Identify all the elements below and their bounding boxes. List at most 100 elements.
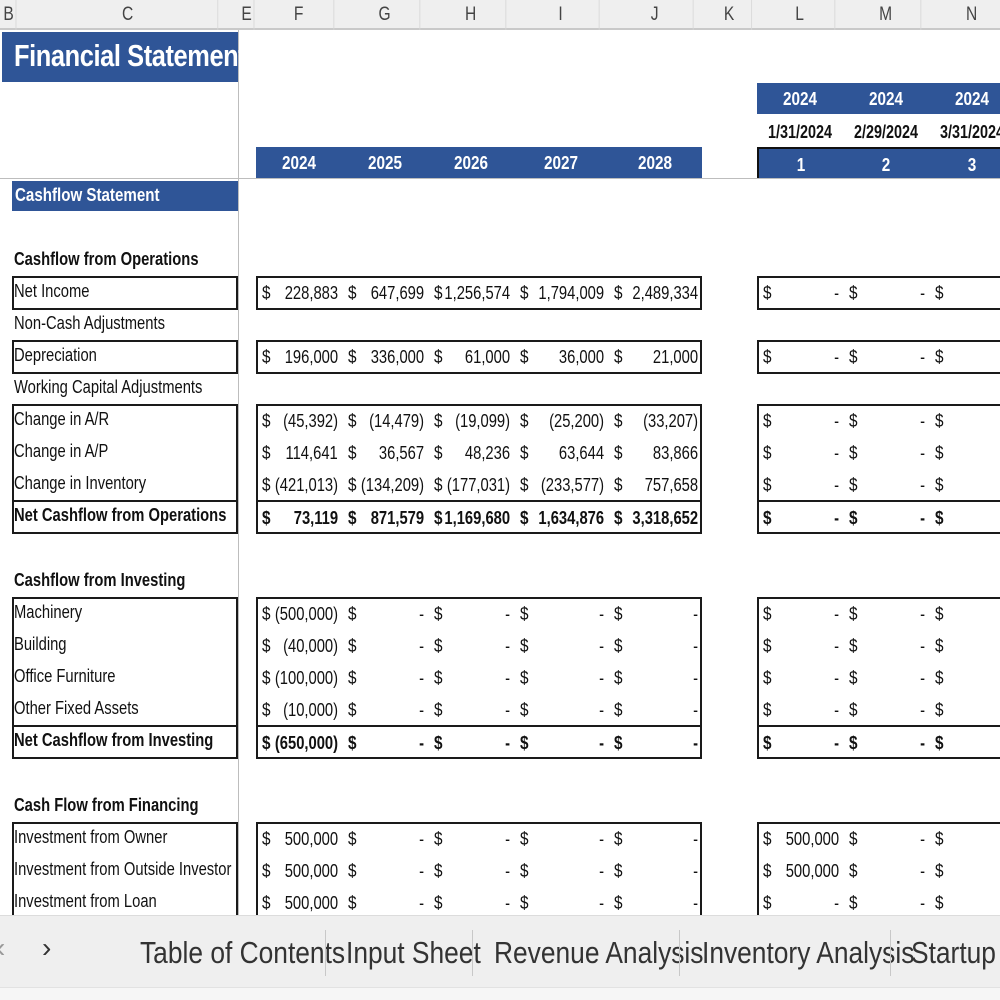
- annual-value-cell[interactable]: $1,794,009: [514, 277, 608, 309]
- column-header-l[interactable]: L: [765, 0, 836, 30]
- monthly-value-cell[interactable]: $-: [757, 662, 843, 694]
- annual-value-cell[interactable]: $ (100,000): [256, 662, 342, 694]
- monthly-value-cell[interactable]: $-: [757, 598, 843, 630]
- column-header-j[interactable]: J: [616, 0, 694, 30]
- monthly-value-cell[interactable]: $-: [929, 855, 1000, 887]
- annual-value-cell[interactable]: $ -: [608, 855, 702, 887]
- annual-value-cell[interactable]: $ (650,000): [256, 727, 342, 759]
- annual-value-cell[interactable]: $1,256,574: [428, 277, 514, 309]
- monthly-value-cell[interactable]: $-: [757, 887, 843, 915]
- annual-value-cell[interactable]: $757,658: [608, 469, 702, 501]
- annual-value-cell[interactable]: $ (45,392): [256, 405, 342, 437]
- annual-value-cell[interactable]: $ (177,031): [428, 469, 514, 501]
- column-header-n[interactable]: N: [937, 0, 1000, 30]
- annual-value-cell[interactable]: $ (14,479): [342, 405, 428, 437]
- annual-value-cell[interactable]: $ (10,000): [256, 694, 342, 726]
- scroll-tabs-right-icon[interactable]: ›: [42, 932, 51, 964]
- monthly-value-cell[interactable]: $-: [843, 662, 929, 694]
- monthly-value-cell[interactable]: $-: [929, 694, 1000, 726]
- annual-value-cell[interactable]: $ -: [342, 598, 428, 630]
- annual-value-cell[interactable]: $61,000: [428, 341, 514, 373]
- annual-value-cell[interactable]: $ -: [428, 727, 514, 759]
- monthly-value-cell[interactable]: $-: [757, 469, 843, 501]
- column-header-c[interactable]: C: [38, 0, 219, 30]
- annual-value-cell[interactable]: $500,000: [256, 823, 342, 855]
- annual-value-cell[interactable]: $48,236: [428, 437, 514, 469]
- annual-value-cell[interactable]: $ -: [514, 727, 608, 759]
- column-header-b[interactable]: B: [2, 0, 17, 30]
- annual-value-cell[interactable]: $ -: [514, 598, 608, 630]
- annual-value-cell[interactable]: $ (25,200): [514, 405, 608, 437]
- annual-value-cell[interactable]: $336,000: [342, 341, 428, 373]
- annual-value-cell[interactable]: $647,699: [342, 277, 428, 309]
- column-header-f[interactable]: F: [264, 0, 335, 30]
- annual-value-cell[interactable]: $ -: [342, 727, 428, 759]
- monthly-value-cell[interactable]: $-: [757, 727, 843, 759]
- annual-value-cell[interactable]: $21,000: [608, 341, 702, 373]
- monthly-value-cell[interactable]: $-: [757, 341, 843, 373]
- monthly-value-cell[interactable]: $-: [929, 277, 1000, 309]
- annual-value-cell[interactable]: $ (40,000): [256, 630, 342, 662]
- monthly-value-cell[interactable]: $500,000: [757, 823, 843, 855]
- monthly-value-cell[interactable]: $-: [843, 469, 929, 501]
- monthly-value-cell[interactable]: $-: [929, 469, 1000, 501]
- annual-value-cell[interactable]: $36,000: [514, 341, 608, 373]
- annual-value-cell[interactable]: $ -: [514, 823, 608, 855]
- annual-value-cell[interactable]: $ -: [514, 855, 608, 887]
- monthly-value-cell[interactable]: $-: [929, 887, 1000, 915]
- annual-value-cell[interactable]: $ -: [608, 598, 702, 630]
- monthly-value-cell[interactable]: $-: [929, 502, 1000, 534]
- annual-value-cell[interactable]: $ -: [514, 630, 608, 662]
- monthly-value-cell[interactable]: $-: [843, 630, 929, 662]
- column-header-i[interactable]: I: [522, 0, 600, 30]
- annual-value-cell[interactable]: $2,489,334: [608, 277, 702, 309]
- annual-value-cell[interactable]: $ -: [608, 887, 702, 915]
- annual-value-cell[interactable]: $ (134,209): [342, 469, 428, 501]
- monthly-value-cell[interactable]: $-: [929, 598, 1000, 630]
- annual-value-cell[interactable]: $1,634,876: [514, 502, 608, 534]
- annual-value-cell[interactable]: $ -: [342, 694, 428, 726]
- monthly-value-cell[interactable]: $-: [843, 277, 929, 309]
- column-header-k[interactable]: K: [707, 0, 753, 30]
- annual-value-cell[interactable]: $ -: [342, 630, 428, 662]
- sheet-tab-startup-summary[interactable]: Startup Su: [911, 930, 1000, 976]
- annual-value-cell[interactable]: $196,000: [256, 341, 342, 373]
- annual-value-cell[interactable]: $ -: [608, 823, 702, 855]
- column-header-e[interactable]: E: [240, 0, 255, 30]
- annual-value-cell[interactable]: $ -: [342, 662, 428, 694]
- annual-value-cell[interactable]: $ -: [428, 823, 514, 855]
- monthly-value-cell[interactable]: $-: [843, 855, 929, 887]
- monthly-value-cell[interactable]: $-: [757, 277, 843, 309]
- annual-value-cell[interactable]: $ -: [514, 887, 608, 915]
- annual-value-cell[interactable]: $ (500,000): [256, 598, 342, 630]
- annual-value-cell[interactable]: $ -: [342, 823, 428, 855]
- monthly-value-cell[interactable]: $-: [843, 694, 929, 726]
- annual-value-cell[interactable]: $63,644: [514, 437, 608, 469]
- sheet-tab-revenue-analysis[interactable]: Revenue Analysis: [494, 930, 703, 976]
- sheet-tab-inventory-analysis[interactable]: Inventory Analysis: [702, 930, 914, 976]
- column-header-m[interactable]: M: [851, 0, 922, 30]
- monthly-value-cell[interactable]: $-: [757, 630, 843, 662]
- annual-value-cell[interactable]: $ -: [428, 694, 514, 726]
- annual-value-cell[interactable]: $ (19,099): [428, 405, 514, 437]
- annual-value-cell[interactable]: $ -: [514, 662, 608, 694]
- annual-value-cell[interactable]: $ -: [428, 630, 514, 662]
- annual-value-cell[interactable]: $ -: [608, 630, 702, 662]
- monthly-value-cell[interactable]: $-: [929, 437, 1000, 469]
- annual-value-cell[interactable]: $83,866: [608, 437, 702, 469]
- annual-value-cell[interactable]: $ (33,207): [608, 405, 702, 437]
- monthly-value-cell[interactable]: $-: [843, 341, 929, 373]
- sheet-tab-input-sheet[interactable]: Input Sheet: [346, 930, 481, 976]
- annual-value-cell[interactable]: $500,000: [256, 855, 342, 887]
- monthly-value-cell[interactable]: $-: [929, 823, 1000, 855]
- annual-value-cell[interactable]: $ -: [428, 598, 514, 630]
- monthly-value-cell[interactable]: $-: [843, 727, 929, 759]
- annual-value-cell[interactable]: $228,883: [256, 277, 342, 309]
- annual-value-cell[interactable]: $73,119: [256, 502, 342, 534]
- annual-value-cell[interactable]: $ (421,013): [256, 469, 342, 501]
- monthly-value-cell[interactable]: $-: [929, 727, 1000, 759]
- annual-value-cell[interactable]: $ -: [428, 662, 514, 694]
- column-header-h[interactable]: H: [436, 0, 507, 30]
- annual-value-cell[interactable]: $ -: [514, 694, 608, 726]
- monthly-value-cell[interactable]: $-: [757, 405, 843, 437]
